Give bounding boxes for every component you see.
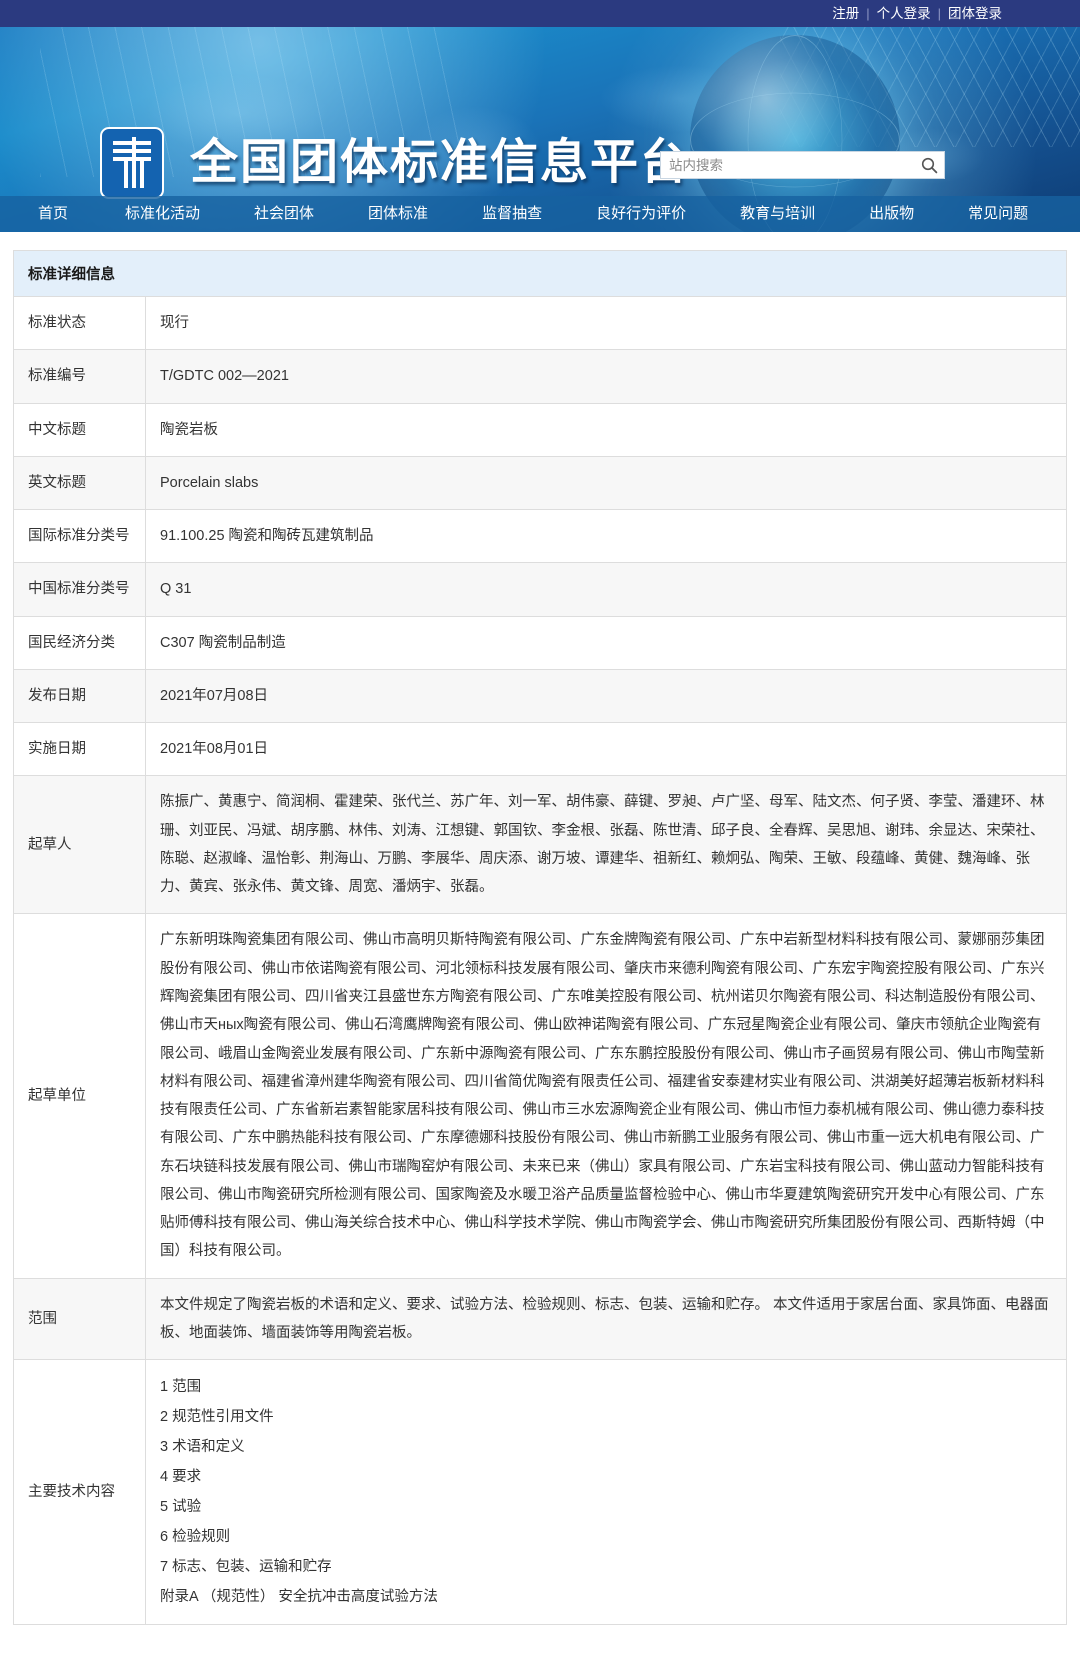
main-navigation: 首页 标准化活动 社会团体 团体标准 监督抽查 良好行为评价 教育与培训 出版物… [0, 196, 1080, 232]
toc-line: 7 标志、包装、运输和贮存 [160, 1559, 332, 1576]
row-value-drafting-units: 广东新明珠陶瓷集团有限公司、佛山市高明贝斯特陶瓷有限公司、广东金牌陶瓷有限公司、… [145, 913, 1067, 1279]
search-input[interactable] [661, 152, 914, 178]
table-row: 中文标题 陶瓷岩板 [13, 402, 1067, 457]
site-search[interactable] [660, 151, 945, 179]
row-value-scope: 本文件规定了陶瓷岩板的术语和定义、要求、试验方法、检验规则、标志、包装、运输和贮… [145, 1277, 1067, 1361]
table-row: 发布日期 2021年07月08日 [13, 668, 1067, 724]
table-row: 主要技术内容 1 范围 2 规范性引用文件 3 术语和定义 4 要求 5 试验 … [13, 1359, 1067, 1626]
toc-line: 2 规范性引用文件 [160, 1409, 274, 1426]
toc-line: 4 要求 [160, 1469, 202, 1486]
platform-logo-icon [100, 127, 164, 199]
row-label-scope: 范围 [13, 1277, 146, 1361]
page-content: 标准详细信息 标准状态 现行 标准编号 T/GDTC 002—2021 中文标题… [0, 232, 1080, 1626]
table-row: 英文标题 Porcelain slabs [13, 455, 1067, 511]
row-value-drafters: 陈振广、黄惠宁、简润桐、霍建荣、张代兰、苏广年、刘一军、胡伟豪、薛键、罗昶、卢广… [145, 775, 1067, 915]
standard-detail-table: 标准详细信息 标准状态 现行 标准编号 T/GDTC 002—2021 中文标题… [13, 250, 1067, 1626]
table-row: 实施日期 2021年08月01日 [13, 722, 1067, 777]
row-value-ics: 91.100.25 陶瓷和陶砖瓦建筑制品 [145, 509, 1067, 564]
nav-item-standardization[interactable]: 标准化活动 [98, 196, 227, 232]
row-label-tech-content: 主要技术内容 [13, 1359, 146, 1626]
nav-item-supervision[interactable]: 监督抽查 [455, 196, 569, 232]
row-value-status: 现行 [145, 295, 1067, 351]
nav-item-education[interactable]: 教育与培训 [713, 196, 842, 232]
row-value-ccs: Q 31 [145, 562, 1067, 617]
row-label-effective-date: 实施日期 [13, 722, 146, 777]
table-row: 起草人 陈振广、黄惠宁、简润桐、霍建荣、张代兰、苏广年、刘一军、胡伟豪、薛键、罗… [13, 775, 1067, 915]
table-row: 标准状态 现行 [13, 295, 1067, 351]
site-title: 全国团体标准信息平台 [190, 136, 691, 189]
table-row: 起草单位 广东新明珠陶瓷集团有限公司、佛山市高明贝斯特陶瓷有限公司、广东金牌陶瓷… [13, 913, 1067, 1279]
row-value-standard-no: T/GDTC 002—2021 [145, 349, 1067, 404]
nav-item-faq[interactable]: 常见问题 [941, 196, 1055, 232]
row-label-economy-class: 国民经济分类 [13, 615, 146, 670]
row-label-status: 标准状态 [13, 295, 146, 351]
toc-line: 1 范围 [160, 1379, 202, 1396]
row-value-chinese-title: 陶瓷岩板 [145, 402, 1067, 457]
table-row: 标准编号 T/GDTC 002—2021 [13, 349, 1067, 404]
row-value-publish-date: 2021年07月08日 [145, 668, 1067, 724]
nav-item-publications[interactable]: 出版物 [842, 196, 941, 232]
standard-detail-body: 标准状态 现行 标准编号 T/GDTC 002—2021 中文标题 陶瓷岩板 英… [13, 295, 1067, 1626]
toc-line: 附录A （规范性） 安全抗冲击高度试验方法 [160, 1589, 438, 1606]
top-utility-bar: 注册 | 个人登录 | 团体登录 [0, 0, 1080, 27]
row-label-ccs: 中国标准分类号 [13, 562, 146, 617]
row-value-english-title: Porcelain slabs [145, 455, 1067, 511]
topbar-separator-1: | [866, 6, 870, 21]
table-row: 中国标准分类号 Q 31 [13, 562, 1067, 617]
row-value-effective-date: 2021年08月01日 [145, 722, 1067, 777]
toc-line: 3 术语和定义 [160, 1439, 245, 1456]
row-value-tech-content: 1 范围 2 规范性引用文件 3 术语和定义 4 要求 5 试验 6 检验规则 … [145, 1359, 1067, 1626]
row-label-standard-no: 标准编号 [13, 349, 146, 404]
site-branding[interactable]: 全国团体标准信息平台 [100, 127, 690, 199]
site-banner: 全国团体标准信息平台 首页 标准化活动 社会团体 团体标准 监督抽查 良好行为评… [0, 27, 1080, 232]
table-row: 国际标准分类号 91.100.25 陶瓷和陶砖瓦建筑制品 [13, 509, 1067, 564]
search-icon [921, 157, 937, 173]
register-link[interactable]: 注册 [832, 0, 859, 27]
nav-item-social-groups[interactable]: 社会团体 [227, 196, 341, 232]
table-caption: 标准详细信息 [13, 250, 1067, 296]
table-row: 国民经济分类 C307 陶瓷制品制造 [13, 615, 1067, 670]
nav-item-good-behavior[interactable]: 良好行为评价 [569, 196, 713, 232]
table-row: 范围 本文件规定了陶瓷岩板的术语和定义、要求、试验方法、检验规则、标志、包装、运… [13, 1277, 1067, 1361]
row-label-ics: 国际标准分类号 [13, 509, 146, 564]
toc-line: 5 试验 [160, 1499, 202, 1516]
topbar-separator-2: | [937, 6, 941, 21]
row-label-english-title: 英文标题 [13, 455, 146, 511]
row-label-chinese-title: 中文标题 [13, 402, 146, 457]
personal-login-link[interactable]: 个人登录 [877, 0, 931, 27]
nav-item-home[interactable]: 首页 [20, 196, 98, 232]
row-label-publish-date: 发布日期 [13, 668, 146, 724]
group-login-link[interactable]: 团体登录 [948, 0, 1002, 27]
nav-item-group-standards[interactable]: 团体标准 [341, 196, 455, 232]
toc-line: 6 检验规则 [160, 1529, 231, 1546]
search-button[interactable] [914, 152, 944, 178]
row-label-drafting-units: 起草单位 [13, 913, 146, 1279]
row-value-economy-class: C307 陶瓷制品制造 [145, 615, 1067, 670]
row-label-drafters: 起草人 [13, 775, 146, 915]
